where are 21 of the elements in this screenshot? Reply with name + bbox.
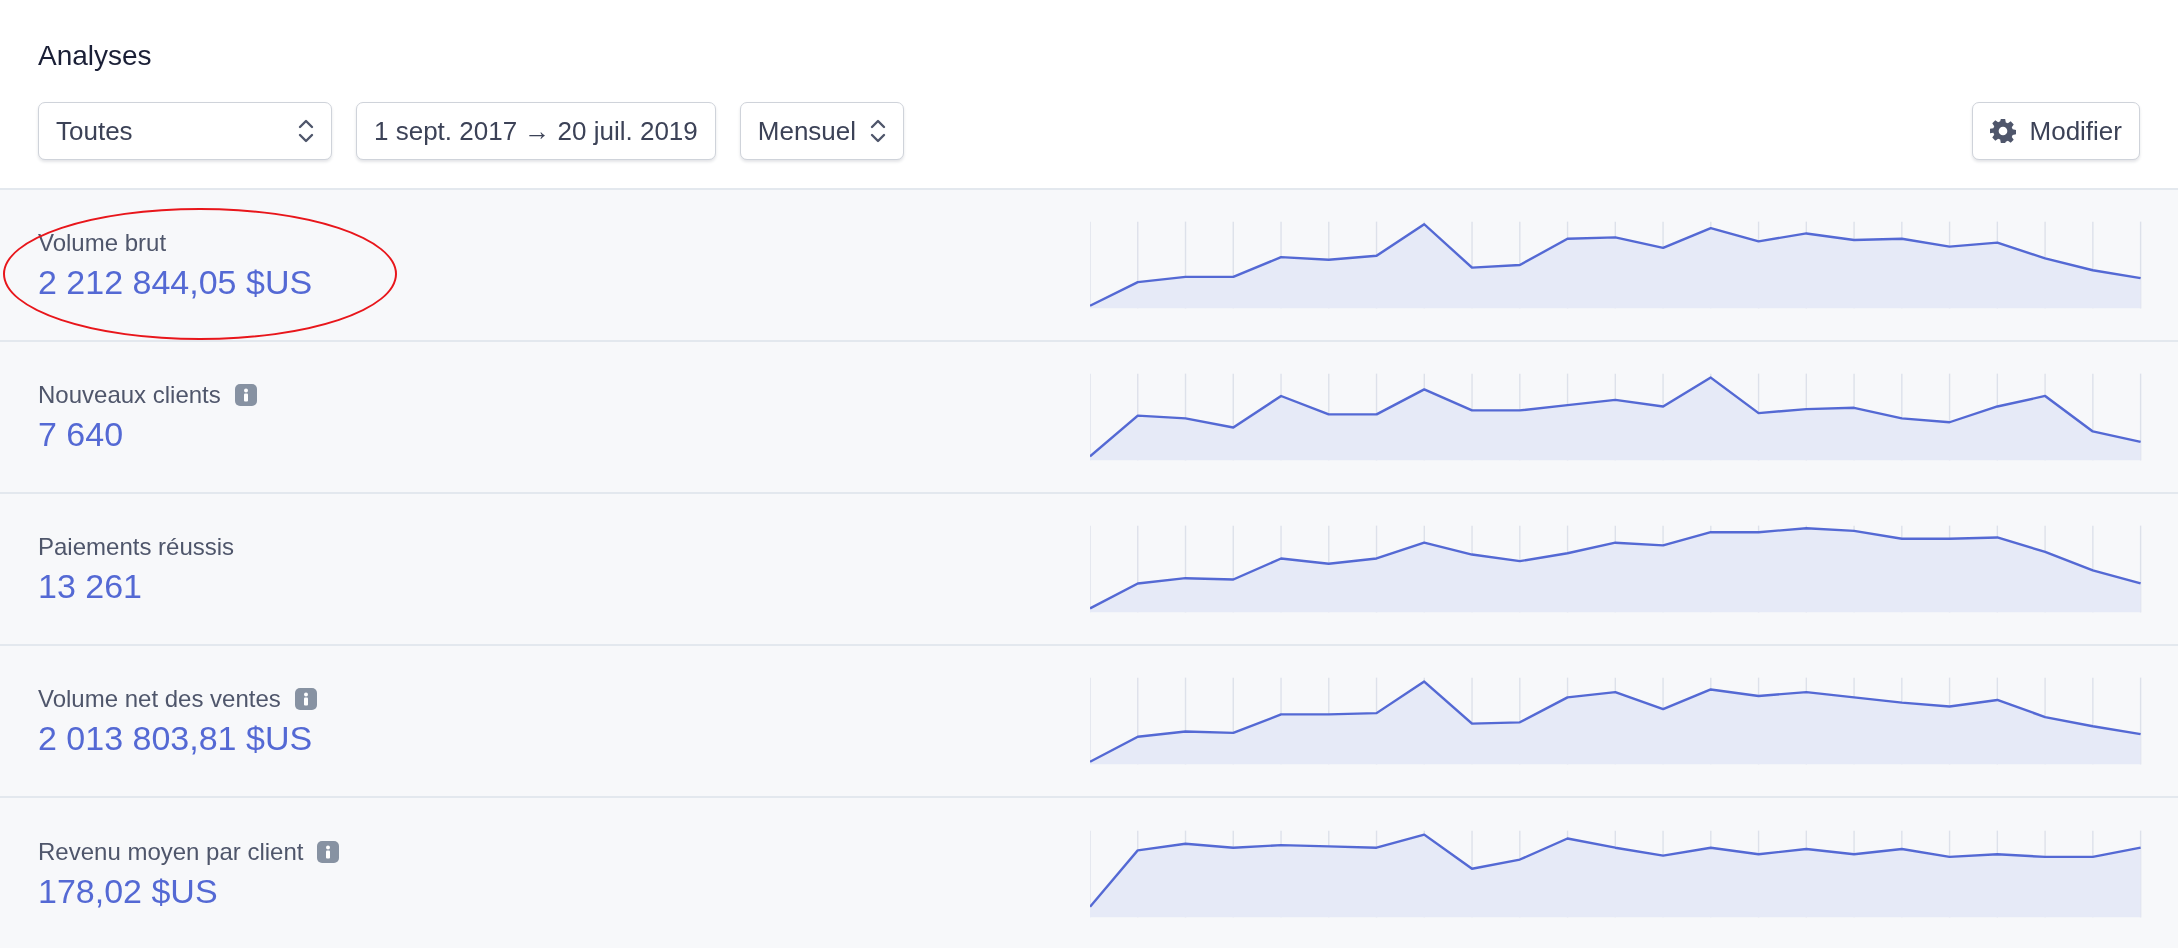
metric-value: 13 261 bbox=[38, 566, 143, 606]
info-icon[interactable] bbox=[234, 383, 257, 406]
select-dropdown[interactable]: Mensuel bbox=[739, 102, 905, 160]
info-icon[interactable] bbox=[317, 840, 340, 863]
metric-value: 7 640 bbox=[38, 414, 125, 454]
date-range-button[interactable]: 1 sept. 2017 → 20 juil. 2019 bbox=[356, 102, 716, 160]
chevron-up-down-icon bbox=[870, 118, 887, 144]
metric-value: 2 212 844,05 $US bbox=[38, 262, 314, 302]
metric-label: Revenu moyen par client bbox=[38, 837, 304, 866]
metric-value: 178,02 $US bbox=[38, 871, 219, 911]
metric-value: 2 013 803,81 $US bbox=[38, 718, 314, 758]
select-dropdown[interactable]: Toutes bbox=[38, 102, 332, 160]
metric-label: Paiements réussis bbox=[38, 532, 235, 561]
page-title: Analyses bbox=[38, 40, 152, 72]
metric-label: Volume brut bbox=[38, 228, 167, 257]
metric-label: Nouveaux clients bbox=[38, 380, 221, 409]
chevron-up-down-icon bbox=[298, 118, 314, 144]
info-icon[interactable] bbox=[294, 687, 317, 710]
settings-icon bbox=[1989, 118, 2016, 144]
metric-label: Volume net des ventes bbox=[38, 684, 281, 713]
edit-button[interactable]: Modifier bbox=[1971, 102, 2140, 160]
